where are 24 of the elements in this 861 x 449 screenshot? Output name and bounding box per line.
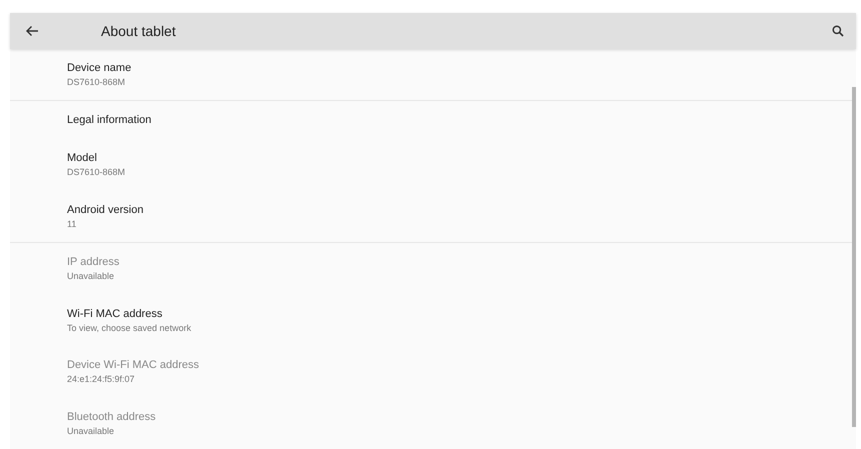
item-title: Device name — [67, 62, 132, 74]
item-summary: DS7610-868M — [67, 167, 126, 178]
item-title: Bluetooth address — [67, 410, 157, 423]
settings-item[interactable]: Model DS7610-868M — [10, 139, 856, 190]
item-summary: To view, choose saved network — [67, 322, 192, 333]
item-summary: DS7610-868M — [67, 77, 126, 87]
settings-item[interactable]: Legal information — [10, 101, 856, 139]
settings-item[interactable]: Device name DS7610-868M — [10, 49, 856, 100]
back-arrow-icon[interactable] — [25, 25, 39, 37]
item-title: IP address — [67, 256, 120, 268]
item-title: Wi-Fi MAC address — [67, 308, 164, 320]
search-icon[interactable] — [832, 25, 844, 37]
screen-title: About tablet — [101, 23, 176, 39]
item-summary: Unavailable — [67, 426, 116, 436]
item-title: Legal information — [67, 114, 152, 126]
settings-item[interactable]: Wi-Fi MAC address To view, choose saved network — [10, 294, 856, 346]
settings-item[interactable]: Android version 11 — [10, 190, 856, 242]
item-summary: Unavailable — [67, 271, 116, 282]
item-title: Android version — [67, 204, 144, 216]
item-title: Device Wi-Fi MAC address — [67, 359, 200, 372]
item-summary: 24:e1:24:f5:9f:07 — [67, 374, 136, 384]
scrollbar[interactable] — [852, 87, 856, 427]
item-summary: 11 — [67, 218, 78, 229]
item-title: Model — [67, 152, 98, 164]
